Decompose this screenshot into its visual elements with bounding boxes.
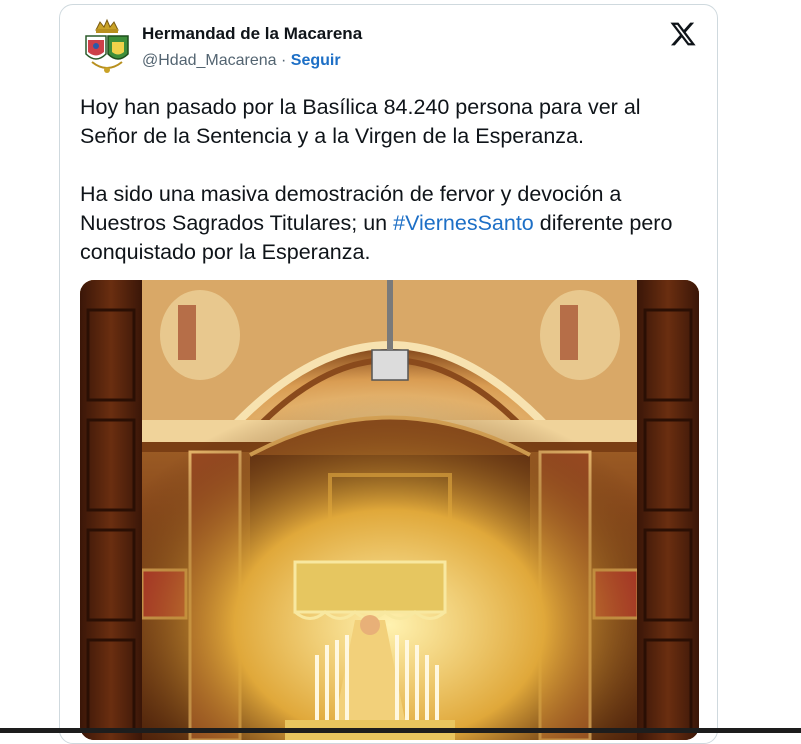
- author-handle[interactable]: @Hdad_Macarena: [142, 52, 277, 69]
- tweet-text: Hoy han pasado por la Basílica 84.240 pe…: [80, 93, 700, 267]
- hashtag-link[interactable]: #ViernesSanto: [393, 211, 534, 235]
- x-logo-icon[interactable]: [669, 20, 697, 48]
- separator: ·: [276, 52, 291, 69]
- follow-button[interactable]: Seguir: [291, 52, 341, 69]
- handle-row: @Hdad_Macarena · Seguir: [142, 52, 341, 70]
- bottom-edge-bar: [0, 728, 801, 733]
- author-name[interactable]: Hermandad de la Macarena: [142, 24, 362, 44]
- tweet-photo[interactable]: [80, 280, 699, 740]
- hermandad-crest-icon[interactable]: [82, 18, 132, 76]
- tweet-paragraph-2: Ha sido una masiva demostración de fervo…: [80, 180, 700, 267]
- tweet-paragraph-1: Hoy han pasado por la Basílica 84.240 pe…: [80, 95, 641, 148]
